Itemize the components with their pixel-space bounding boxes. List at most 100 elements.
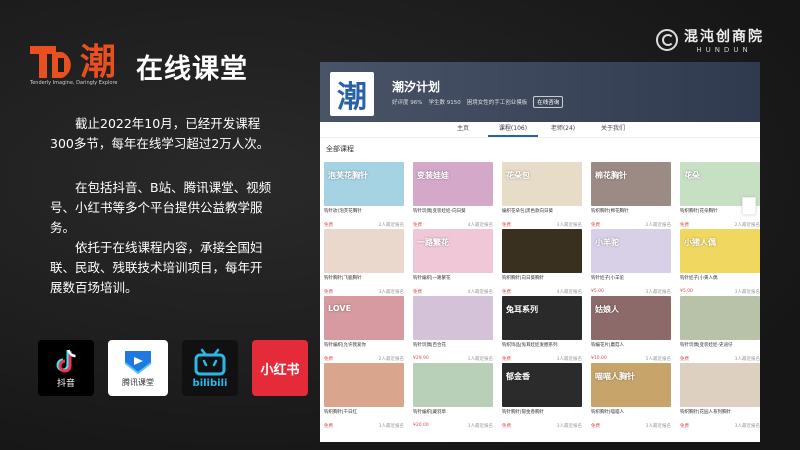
brand-slogan: Tenderly Imagine, Daringly Explore: [30, 80, 118, 86]
course-card[interactable]: 兔耳系列 钩织饰品|兔耳娃娃发圈系列 免费 3人最近报名: [502, 296, 582, 362]
section-title: 全部课程: [326, 145, 354, 153]
course-card[interactable]: 小羊驼钩针娃子|小羊驼 ¥5.00 3人最近报名: [591, 229, 671, 295]
course-enroll-count: 3人最近报名: [556, 223, 582, 228]
course-title[interactable]: 钩织胸针|花园人系列胸针: [680, 409, 760, 415]
course-thumbnail[interactable]: [324, 229, 404, 273]
course-card[interactable]: LOVE 钩针编织|允许我爱你 免费 2人最近报名: [324, 296, 404, 362]
course-title[interactable]: 钩织胸针|向日葵胸针: [502, 275, 582, 281]
course-thumbnail[interactable]: 变装娃娃: [413, 162, 493, 206]
course-title[interactable]: 钩织胸针|棉花胸针: [591, 208, 671, 214]
org-logo: 潮: [330, 72, 374, 116]
course-enroll-count: 3人最近报名: [734, 290, 760, 295]
course-card[interactable]: 花朵包 编织花朵包|黑色款向日葵 免费 3人最近报名: [502, 162, 582, 228]
consult-button[interactable]: 在线咨询: [533, 96, 564, 108]
course-title[interactable]: 钩针胸针|郁金香胸针: [502, 409, 582, 415]
course-thumbnail[interactable]: 棉花胸针: [591, 162, 671, 206]
paragraph-courses: 截止2022年10月，已经开发课程300多节，每年在线学习超过2万人次。: [50, 116, 270, 151]
course-thumbnail[interactable]: 郁金香: [502, 363, 582, 407]
thumbnail-caption: 小猪人偶: [684, 238, 716, 247]
course-thumbnail[interactable]: 喵喵人胸针: [591, 363, 671, 407]
course-title[interactable]: 钩织饰品|兔耳娃娃发圈系列: [502, 342, 582, 348]
course-enroll-count: 2人最近报名: [378, 357, 404, 362]
tab-teachers[interactable]: 老师(24): [538, 122, 588, 137]
course-enroll-count: 4人最近报名: [556, 290, 582, 295]
chao-char: 潮: [80, 41, 117, 83]
course-thumbnail[interactable]: 花朵包: [502, 162, 582, 206]
course-thumbnail[interactable]: 小猪人偶: [680, 229, 760, 273]
hundun-logo: 混沌创商院 HUNDUN: [656, 26, 764, 54]
course-price: 免费: [591, 424, 600, 429]
course-card[interactable]: 小猪人偶钩针娃子|小黄人偶 ¥5.00 3人最近报名: [680, 229, 760, 295]
course-card[interactable]: 钩织胸针|花园人系列胸针 免费 3人最近报名: [680, 363, 760, 429]
course-title[interactable]: 钩针胸针|飞鹿胸针: [324, 275, 404, 281]
course-title[interactable]: 钩针编织|藏羽草: [413, 409, 493, 415]
course-title[interactable]: 钩针娃子|小羊驼: [591, 275, 671, 281]
org-header: 潮 潮汐计划 好评度 96% 学生数 9150 困境女性的手工创业摸板 在线咨询: [320, 62, 760, 122]
course-card[interactable]: 喵喵人胸针钩织胸针|喵喵人 免费 3人最近报名: [591, 363, 671, 429]
course-enroll-count: 2人最近报名: [734, 223, 760, 228]
course-enroll-count: 3人最近报名: [645, 424, 671, 429]
course-thumbnail[interactable]: 姑娘人: [591, 296, 671, 340]
course-thumbnail[interactable]: [680, 363, 760, 407]
course-price: ¥5.00: [680, 289, 693, 294]
side-phone-button[interactable]: [742, 197, 756, 215]
course-enroll-count: 2人最近报名: [378, 223, 404, 228]
course-price: ¥10.00: [591, 356, 607, 361]
course-price: 免费: [324, 357, 333, 362]
course-thumbnail[interactable]: [680, 296, 760, 340]
course-enroll-count: 3人最近报名: [556, 424, 582, 429]
course-title[interactable]: 钩针玩偶|变装娃娃-史迪仔: [680, 342, 760, 348]
thumbnail-caption: 兔耳系列: [506, 305, 538, 314]
course-card[interactable]: 钩针胸针|飞鹿胸针 免费 3人最近报名: [324, 229, 404, 295]
thumbnail-caption: 小羊驼: [595, 238, 619, 247]
hundun-mark-icon: [656, 29, 678, 51]
course-price: ¥5.00: [591, 289, 604, 294]
tab-home[interactable]: 主页: [438, 122, 488, 137]
course-title[interactable]: 钩针玩偶|变装娃娃-向日葵: [413, 208, 493, 214]
desc-text: 困境女性的手工创业摸板: [466, 100, 528, 106]
slide-background: 潮 Tenderly Imagine, Daringly Explore 在线课…: [0, 0, 800, 450]
xiaohongshu-icon: 小红书: [252, 340, 308, 396]
course-thumbnail[interactable]: 小羊驼: [591, 229, 671, 273]
course-card[interactable]: 钩针玩偶|百合花 ¥29.90 1人最近报名: [413, 296, 493, 362]
course-title[interactable]: 钩针编织|一路繁花: [413, 275, 493, 281]
course-card[interactable]: 钩针玩偶|变装娃娃-史迪仔 免费 3人最近报名: [680, 296, 760, 362]
course-title[interactable]: 钩针娃子|小黄人偶: [680, 275, 760, 281]
course-price: 免费: [324, 223, 333, 228]
course-thumbnail[interactable]: 兔耳系列: [502, 296, 582, 340]
thumbnail-caption: 喵喵人胸针: [595, 372, 635, 381]
course-thumbnail[interactable]: [413, 363, 493, 407]
course-title[interactable]: 钩针玩偶|百合花: [413, 342, 493, 348]
course-card[interactable]: 花朵 钩织胸针|花朵胸针 免费 2人最近报名: [680, 162, 760, 228]
course-card[interactable]: 变装娃娃 钩针玩偶|变装娃娃-向日葵 免费 4人最近报名: [413, 162, 493, 228]
course-thumbnail[interactable]: [324, 363, 404, 407]
course-card[interactable]: 一路繁花 钩针编织|一路繁花 免费 4人最近报名: [413, 229, 493, 295]
rating-text: 好评度 96%: [392, 100, 423, 106]
course-enroll-count: 3人最近报名: [645, 290, 671, 295]
course-thumbnail[interactable]: 泡芙花胸针: [324, 162, 404, 206]
course-title[interactable]: 钩针玫(泡芙花胸针: [324, 208, 404, 214]
tab-courses[interactable]: 课程(106): [488, 122, 538, 137]
course-title[interactable]: 钩织胸针|喵喵人: [591, 409, 671, 415]
tencent-label: 腾讯课堂: [122, 377, 154, 387]
course-thumbnail[interactable]: 一路繁花: [413, 229, 493, 273]
course-card[interactable]: 棉花胸针 钩织胸针|棉花胸针 免费 2人最近报名: [591, 162, 671, 228]
course-card[interactable]: 钩针编织|藏羽草 ¥20.00 3人最近报名: [413, 363, 493, 429]
course-title[interactable]: 钩织胸针|干日红: [324, 409, 404, 415]
tab-about[interactable]: 关于我们: [588, 122, 638, 137]
course-card[interactable]: 泡芙花胸针钩针玫(泡芙花胸针 免费 2人最近报名: [324, 162, 404, 228]
course-card[interactable]: 钩织胸针|干日红 免费 3人最近报名: [324, 363, 404, 429]
course-title[interactable]: 编织花朵包|黑色款向日葵: [502, 208, 582, 214]
course-enroll-count: 3人最近报名: [467, 424, 493, 429]
course-card[interactable]: 郁金香 钩针胸针|郁金香胸针 免费 3人最近报名: [502, 363, 582, 429]
course-card[interactable]: 钩织胸针|向日葵胸针 免费 4人最近报名: [502, 229, 582, 295]
course-card[interactable]: 姑娘人 钩编花片|蘑菇人 ¥10.00 5人最近报名: [591, 296, 671, 362]
course-thumbnail[interactable]: [413, 296, 493, 340]
course-title[interactable]: 钩编花片|蘑菇人: [591, 342, 671, 348]
course-thumbnail[interactable]: LOVE: [324, 296, 404, 340]
org-name: 潮汐计划: [392, 80, 441, 94]
course-thumbnail[interactable]: [502, 229, 582, 273]
course-enroll-count: 2人最近报名: [645, 223, 671, 228]
course-title[interactable]: 钩针编织|允许我爱你: [324, 342, 404, 348]
course-price: ¥29.90: [413, 356, 429, 361]
